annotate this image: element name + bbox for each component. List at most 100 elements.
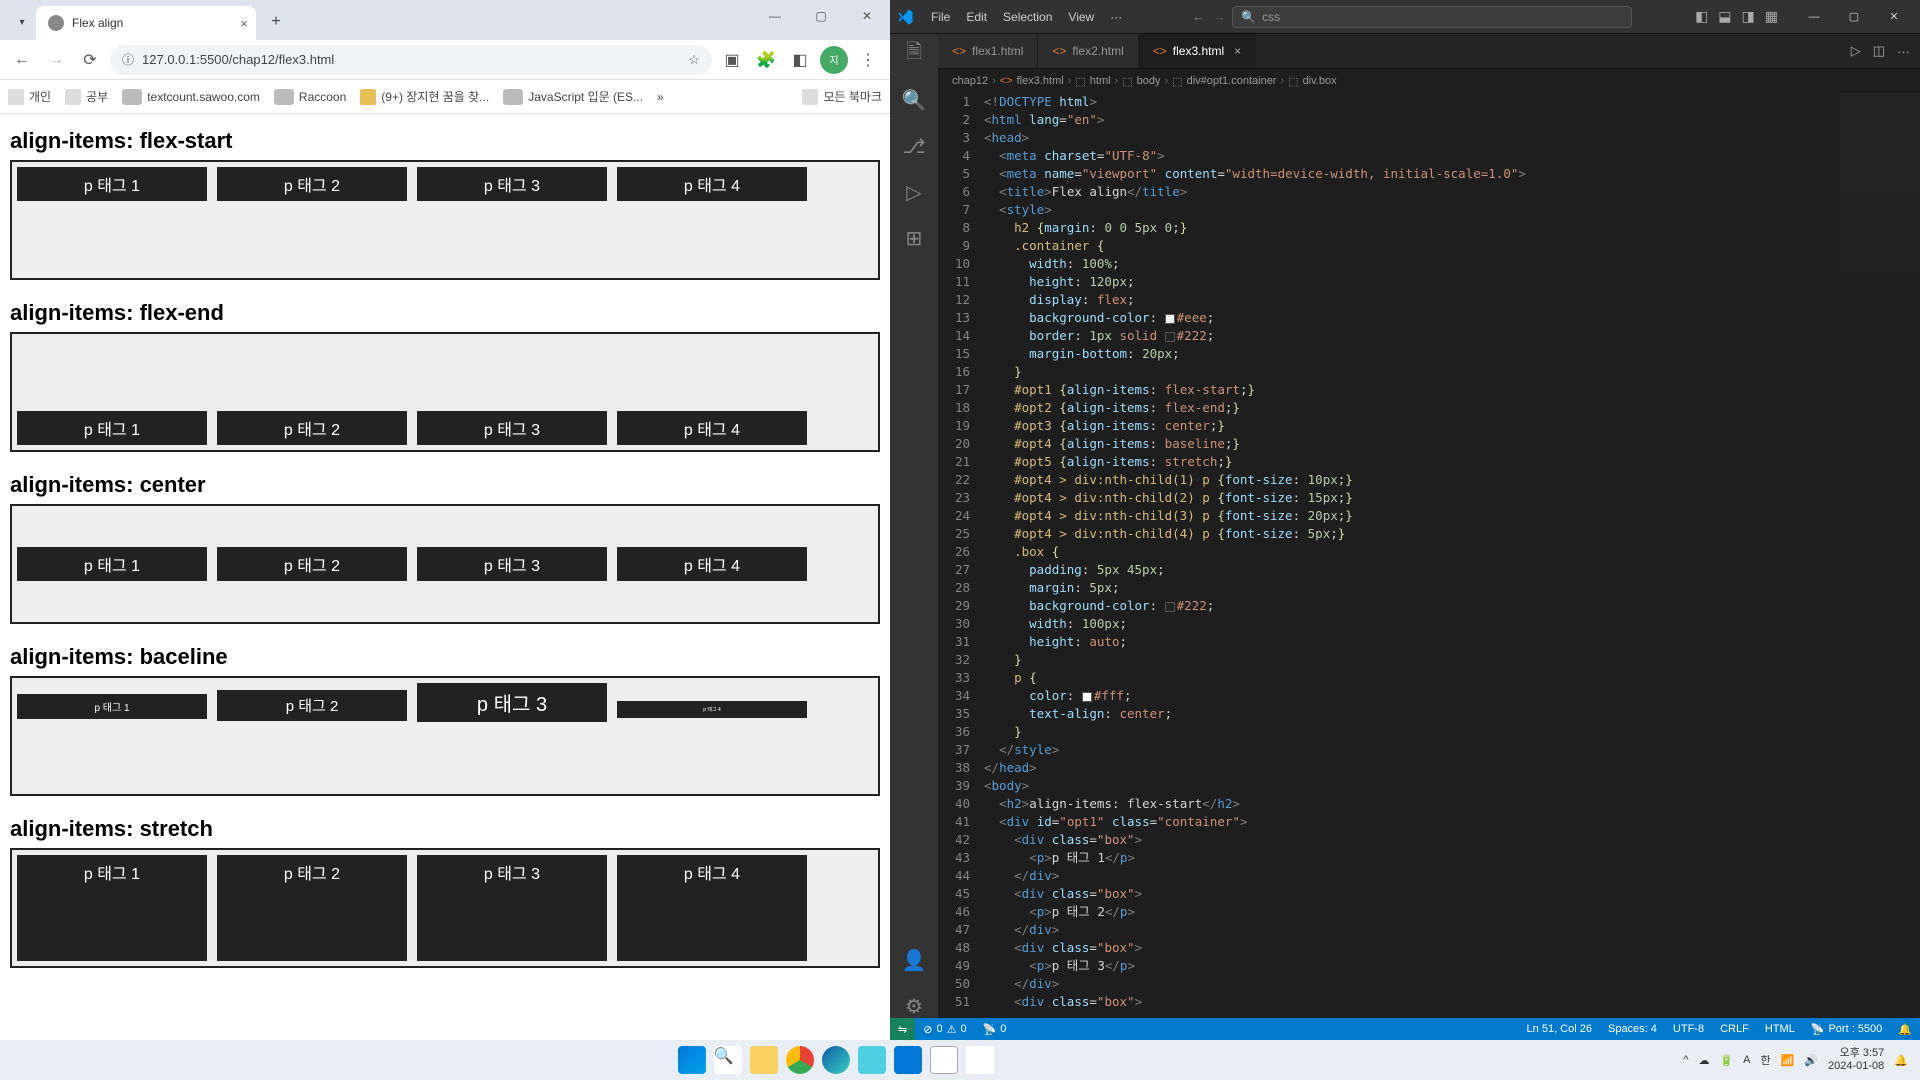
- search-icon: 🔍: [1241, 10, 1256, 24]
- slack-icon[interactable]: [966, 1046, 994, 1074]
- menu-view[interactable]: View: [1061, 8, 1101, 26]
- layout-icon[interactable]: ◨: [1742, 8, 1755, 25]
- explorer-icon[interactable]: 🗎: [902, 42, 926, 66]
- ime-indicator[interactable]: A: [1743, 1054, 1750, 1066]
- layout-icon[interactable]: ◧: [1695, 8, 1708, 25]
- close-button[interactable]: ✕: [1874, 3, 1914, 31]
- split-editor-icon[interactable]: ◫: [1873, 43, 1885, 59]
- side-panel-icon[interactable]: ◧: [786, 46, 814, 74]
- menu-edit[interactable]: Edit: [959, 8, 994, 26]
- bookmarks-bar: 개인 공부 textcount.sawoo.com Raccoon (9+) 장…: [0, 80, 890, 114]
- layout-icon[interactable]: ▦: [1765, 8, 1778, 25]
- notifications-icon[interactable]: 🔔: [1894, 1054, 1908, 1067]
- close-window-button[interactable]: ✕: [844, 0, 890, 32]
- bookmark-item[interactable]: 공부: [65, 88, 108, 105]
- flex-box: p 태그 4: [617, 167, 807, 201]
- section-heading: align-items: baceline: [10, 644, 880, 670]
- flex-box: p 태그 3: [417, 855, 607, 961]
- bookmark-overflow[interactable]: »: [657, 90, 664, 104]
- maximize-button[interactable]: ▢: [1834, 3, 1874, 31]
- bookmark-item[interactable]: Raccoon: [274, 89, 346, 105]
- search-icon[interactable]: 🔍: [902, 88, 926, 112]
- bookmark-star-icon[interactable]: ☆: [688, 52, 700, 68]
- maximize-button[interactable]: ▢: [798, 0, 844, 32]
- live-server-indicator[interactable]: 📡 Port : 5500: [1803, 1023, 1891, 1036]
- run-icon[interactable]: ▷: [1851, 43, 1861, 59]
- volume-icon[interactable]: 🔊: [1804, 1054, 1818, 1067]
- menu-more[interactable]: ···: [1103, 8, 1129, 26]
- nav-forward-icon[interactable]: →: [1213, 9, 1226, 24]
- flex-container-opt1: p 태그 1 p 태그 2 p 태그 3 p 태그 4: [10, 160, 880, 280]
- bookmark-item[interactable]: (9+) 장지현 꿈을 찾...: [360, 88, 489, 105]
- menu-file[interactable]: File: [924, 8, 957, 26]
- notion-icon[interactable]: [930, 1046, 958, 1074]
- cursor-position[interactable]: Ln 51, Col 26: [1519, 1023, 1600, 1035]
- indent-indicator[interactable]: Spaces: 4: [1600, 1023, 1665, 1035]
- system-tray[interactable]: ^ ☁ 🔋 A 한 📶 🔊 오후 3:57 2024-01-08 🔔: [1671, 1047, 1920, 1073]
- new-tab-button[interactable]: +: [262, 8, 290, 36]
- language-mode[interactable]: HTML: [1757, 1023, 1803, 1035]
- nav-back-icon[interactable]: ←: [1192, 9, 1205, 24]
- reload-button[interactable]: ⟳: [76, 46, 104, 74]
- minimize-button[interactable]: —: [1794, 3, 1834, 31]
- forward-button[interactable]: →: [42, 46, 70, 74]
- menu-selection[interactable]: Selection: [996, 8, 1059, 26]
- close-icon[interactable]: ×: [240, 16, 248, 31]
- port-indicator[interactable]: 📡 0: [975, 1023, 1015, 1036]
- chevron-up-icon[interactable]: ^: [1683, 1054, 1688, 1066]
- extensions-icon[interactable]: 🧩: [752, 46, 780, 74]
- flex-box: p 태그 4: [617, 547, 807, 581]
- vscode-icon[interactable]: [894, 1046, 922, 1074]
- profile-avatar[interactable]: 지: [820, 46, 848, 74]
- account-icon[interactable]: 👤: [902, 948, 926, 972]
- flex-box: p 태그 3: [417, 167, 607, 201]
- start-button[interactable]: [678, 1046, 706, 1074]
- command-center-search[interactable]: 🔍 css: [1232, 6, 1632, 28]
- bookmark-item[interactable]: 개인: [8, 88, 51, 105]
- eol-indicator[interactable]: CRLF: [1712, 1023, 1757, 1035]
- ime-lang[interactable]: 한: [1760, 1052, 1770, 1068]
- app-icon[interactable]: [858, 1046, 886, 1074]
- editor-tab-active[interactable]: <>flex3.html×: [1139, 34, 1256, 68]
- lens-icon[interactable]: ▣: [718, 46, 746, 74]
- kebab-menu-icon[interactable]: ⋮: [854, 46, 882, 74]
- more-icon[interactable]: ···: [1897, 44, 1910, 59]
- minimize-button[interactable]: —: [752, 0, 798, 32]
- wifi-icon[interactable]: 📶: [1781, 1054, 1795, 1067]
- clock[interactable]: 오후 3:57 2024-01-08: [1828, 1047, 1884, 1073]
- close-icon[interactable]: ×: [1234, 44, 1241, 58]
- browser-tab[interactable]: Flex align ×: [36, 6, 256, 40]
- all-bookmarks[interactable]: 모든 북마크: [802, 88, 882, 105]
- html-file-icon: <>: [1153, 44, 1167, 58]
- layout-icon[interactable]: ⬓: [1718, 8, 1731, 25]
- bookmark-item[interactable]: textcount.sawoo.com: [122, 89, 260, 105]
- search-icon[interactable]: 🔍: [714, 1046, 742, 1074]
- file-explorer-icon[interactable]: [750, 1046, 778, 1074]
- source-control-icon[interactable]: ⎇: [902, 134, 926, 158]
- notifications-icon[interactable]: 🔔: [1890, 1023, 1920, 1036]
- tab-search-dropdown[interactable]: ▾: [12, 12, 32, 32]
- onedrive-icon[interactable]: ☁: [1698, 1054, 1709, 1067]
- encoding-indicator[interactable]: UTF-8: [1665, 1023, 1712, 1035]
- remote-indicator[interactable]: ⇋: [890, 1018, 915, 1040]
- flex-box: p 태그 4: [617, 701, 807, 718]
- bookmark-item[interactable]: JavaScript 입문 (ES...: [503, 88, 643, 105]
- flex-container-opt2: p 태그 1 p 태그 2 p 태그 3 p 태그 4: [10, 332, 880, 452]
- site-info-icon[interactable]: ⓘ: [122, 51, 134, 68]
- back-button[interactable]: ←: [8, 46, 36, 74]
- editor-tab[interactable]: <>flex1.html: [938, 34, 1038, 68]
- gear-icon[interactable]: ⚙: [902, 994, 926, 1018]
- debug-icon[interactable]: ▷: [902, 180, 926, 204]
- chrome-icon[interactable]: [786, 1046, 814, 1074]
- address-bar[interactable]: ⓘ 127.0.0.1:5500/chap12/flex3.html ☆: [110, 45, 712, 75]
- windows-taskbar: 🔍 ^ ☁ 🔋 A 한 📶 🔊 오후 3:57 2024-01-08 🔔: [0, 1040, 1920, 1080]
- problems-indicator[interactable]: ⊘ 0 ⚠ 0: [915, 1023, 974, 1036]
- editor-tab[interactable]: <>flex2.html: [1038, 34, 1138, 68]
- code-editor[interactable]: 1 2 3 4 5 6 7 8 9 10 11 12 13 14 15 16 1…: [938, 93, 1920, 1018]
- edge-icon[interactable]: [822, 1046, 850, 1074]
- minimap[interactable]: [1840, 93, 1920, 1018]
- extensions-icon[interactable]: ⊞: [902, 226, 926, 250]
- battery-icon[interactable]: 🔋: [1719, 1054, 1733, 1067]
- breadcrumb[interactable]: chap12› <> flex3.html› ⬚ html› ⬚ body› ⬚…: [938, 69, 1920, 93]
- flex-container-opt4: p 태그 1 p 태그 2 p 태그 3 p 태그 4: [10, 676, 880, 796]
